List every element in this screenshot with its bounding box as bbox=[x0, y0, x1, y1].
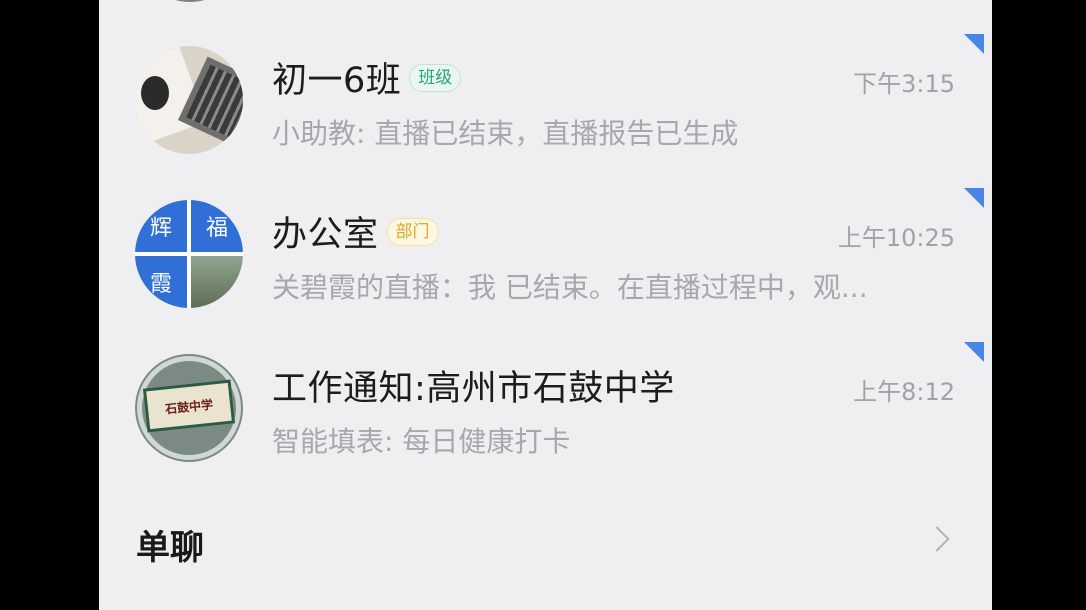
conversation-item-work-notice[interactable]: 石鼓中学 工作通知:高州市石鼓中学 上午8:12 智能填表: 每日健康打卡 bbox=[99, 330, 992, 480]
grid-name-avatar: 辉 福 霞 bbox=[135, 200, 243, 308]
conversation-title: 初一6班 bbox=[272, 61, 402, 101]
conversation-time: 上午8:12 bbox=[853, 378, 955, 406]
group-type-badge: 部门 bbox=[386, 217, 439, 246]
conversation-preview: 小助教: 直播已结束，直播报告已生成 bbox=[272, 117, 739, 150]
conversation-time: 下午3:15 bbox=[853, 70, 955, 98]
conversation-title: 办公室 bbox=[272, 215, 379, 255]
conversation-title: 工作通知:高州市石鼓中学 bbox=[272, 369, 675, 409]
conversation-preview: 关碧霞的直播：我 已结束。在直播过程中，观... bbox=[272, 271, 868, 304]
laptop-photo-avatar bbox=[135, 46, 243, 154]
section-title: 单聊 bbox=[136, 528, 204, 568]
avatar bbox=[136, 0, 244, 2]
corner-flag-icon bbox=[964, 188, 984, 208]
conversation-preview: 智能填表: 每日健康打卡 bbox=[272, 425, 571, 458]
conversation-time: 上午10:25 bbox=[837, 224, 955, 252]
school-badge-avatar: 石鼓中学 bbox=[135, 354, 243, 462]
corner-flag-icon bbox=[964, 34, 984, 54]
conversation-item-office[interactable]: 辉 福 霞 办公室 部门 上午10:25 关碧霞的直播：我 已结束。在直播过程中… bbox=[99, 176, 992, 326]
corner-flag-icon bbox=[964, 342, 984, 362]
conversation-item-class[interactable]: 初一6班 班级 下午3:15 小助教: 直播已结束，直播报告已生成 bbox=[99, 22, 992, 172]
chat-list-screen: 初一6班 班级 下午3:15 小助教: 直播已结束，直播报告已生成 辉 福 霞 … bbox=[99, 0, 992, 610]
chevron-right-icon bbox=[924, 526, 950, 552]
section-header-direct-chats[interactable]: 单聊 bbox=[99, 500, 992, 580]
group-type-badge: 班级 bbox=[409, 63, 462, 92]
